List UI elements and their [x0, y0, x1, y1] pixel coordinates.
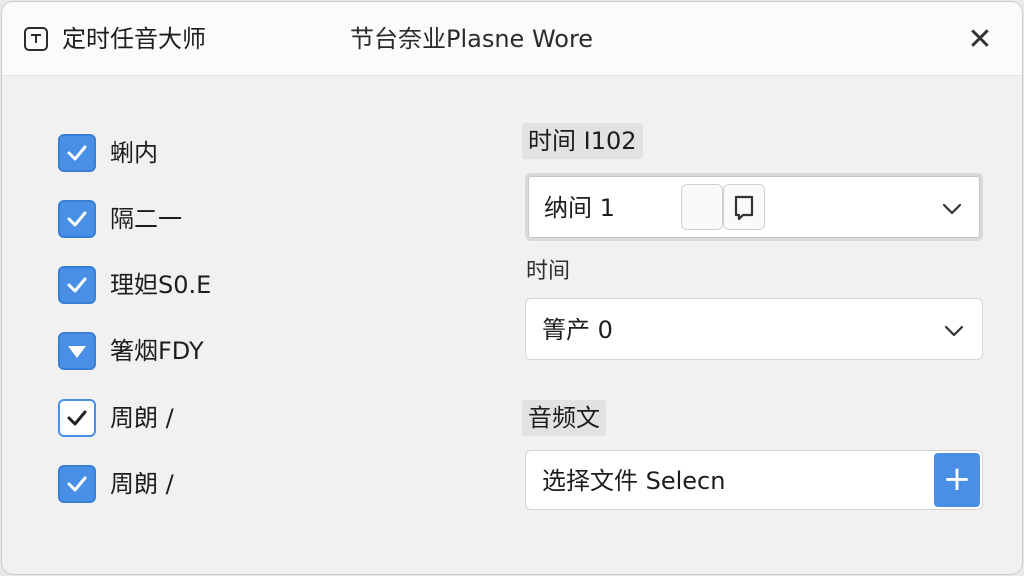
checkmark-icon [67, 277, 87, 293]
time-label: 时间 [526, 259, 571, 284]
audio-file-value: 选择文件 Selecn [542, 467, 726, 495]
checklist-label: 隔二一 [110, 205, 182, 233]
checkbox-4[interactable] [58, 332, 96, 370]
close-icon[interactable]: ✕ [960, 20, 1000, 60]
schedule-dropdown[interactable]: 纳间 1 [525, 173, 983, 241]
comment-icon [734, 195, 754, 221]
checkmark-icon [67, 410, 87, 426]
audio-section-label: 音频文 [522, 400, 606, 436]
schedule-dropdown-value: 纳间 1 [544, 194, 615, 222]
window-title: 定时任音大师 [62, 25, 206, 53]
schedule-section-label: 时间 I102 [522, 123, 643, 159]
checkbox-5[interactable] [58, 399, 96, 437]
checklist-item-6[interactable]: 周朗 / [58, 464, 174, 504]
checkbox-6[interactable] [58, 465, 96, 503]
checklist-item-3[interactable]: 理妲S0.E [58, 265, 211, 305]
checklist-label: 周朗 / [110, 404, 174, 432]
window-subtitle: 节台奈业Plasne Wore [350, 25, 594, 53]
checkmark-icon [67, 145, 87, 161]
checkmark-icon [68, 346, 86, 358]
checklist-label: 理妲S0.E [110, 271, 212, 299]
chevron-down-icon [944, 325, 964, 337]
checklist-label: 蜊内 [110, 139, 158, 167]
title-bar: 定时任音大师 节台奈业Plasne Wore ✕ [2, 2, 1022, 76]
checkbox-3[interactable] [58, 266, 96, 304]
comment-button[interactable] [723, 184, 765, 230]
time-dropdown[interactable]: 箐产 0 [525, 298, 983, 360]
checklist-item-2[interactable]: 隔二一 [58, 199, 182, 239]
audio-file-picker[interactable]: 选择文件 Selecn + [525, 450, 983, 510]
blank-button[interactable] [681, 184, 723, 230]
plus-icon[interactable]: + [934, 453, 980, 507]
time-dropdown-value: 箐产 0 [542, 316, 613, 344]
checklist-item-4[interactable]: 箸烟FDY [58, 331, 204, 371]
checkbox-1[interactable] [58, 134, 96, 172]
app-window: 定时任音大师 节台奈业Plasne Wore ✕ 蜊内 隔二一 理妲S0.E 箸… [1, 1, 1023, 575]
checklist-item-5[interactable]: 周朗 / [58, 398, 174, 438]
checklist-item-1[interactable]: 蜊内 [58, 133, 158, 173]
chevron-down-icon [942, 203, 962, 215]
checkmark-icon [67, 476, 87, 492]
checklist-label: 箸烟FDY [110, 337, 204, 365]
app-icon [24, 27, 48, 51]
checkbox-2[interactable] [58, 200, 96, 238]
checkmark-icon [67, 211, 87, 227]
checklist-label: 周朗 / [110, 470, 174, 498]
